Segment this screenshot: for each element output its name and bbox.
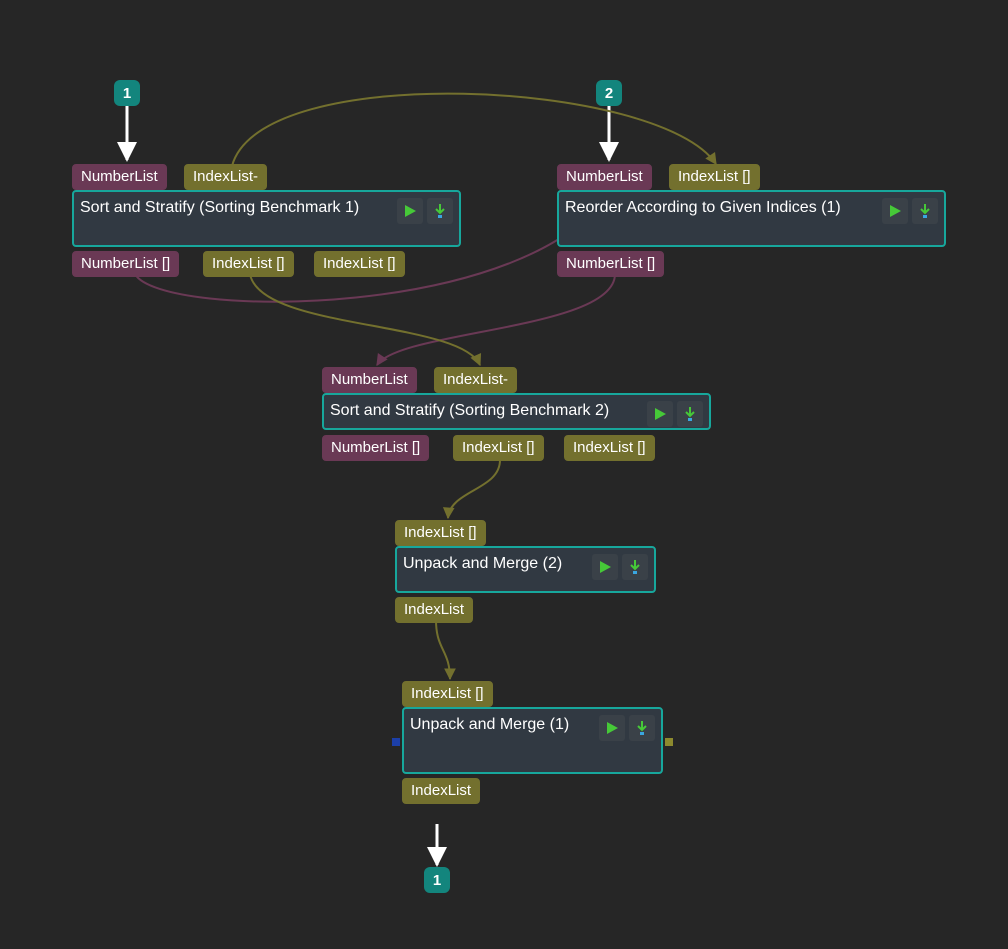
node1-out-numberlist[interactable]: NumberList [] [72,251,179,277]
run-button[interactable] [592,554,618,580]
run-button[interactable] [647,401,673,427]
node-unpack-merge-2[interactable]: Unpack and Merge (2) [395,546,656,593]
badge-label: 1 [123,85,131,102]
play-icon [888,204,902,218]
node1-in-numberlist[interactable]: NumberList [72,164,167,190]
node-title: Sort and Stratify (Sorting Benchmark 1) [80,196,359,220]
download-button[interactable] [427,198,453,224]
node-title: Reorder According to Given Indices (1) [565,196,841,220]
node2-in-numberlist[interactable]: NumberList [557,164,652,190]
node-title: Unpack and Merge (1) [410,713,569,737]
node-title: Unpack and Merge (2) [403,552,562,576]
node-reorder[interactable]: Reorder According to Given Indices (1) [557,190,946,247]
play-icon [653,407,667,421]
node5-out-indexlist[interactable]: IndexList [402,778,480,804]
node1-out-indexlist1[interactable]: IndexList [] [203,251,294,277]
node5-port-right[interactable] [665,738,673,746]
node2-in-indexlist[interactable]: IndexList [] [669,164,760,190]
node5-in-indexlist[interactable]: IndexList [] [402,681,493,707]
download-icon [683,406,697,422]
node3-out-numberlist[interactable]: NumberList [] [322,435,429,461]
play-icon [598,560,612,574]
graph-output-1[interactable]: 1 [424,867,450,893]
node-sort-stratify-1[interactable]: Sort and Stratify (Sorting Benchmark 1) [72,190,461,247]
download-button[interactable] [629,715,655,741]
node1-out-indexlist2[interactable]: IndexList [] [314,251,405,277]
download-icon [628,559,642,575]
node5-port-left[interactable] [392,738,400,746]
badge-label: 1 [433,872,441,889]
node4-out-indexlist[interactable]: IndexList [395,597,473,623]
node-unpack-merge-1[interactable]: Unpack and Merge (1) [402,707,663,774]
download-icon [433,203,447,219]
node-title: Sort and Stratify (Sorting Benchmark 2) [330,399,609,423]
node3-out-indexlist2[interactable]: IndexList [] [564,435,655,461]
run-button[interactable] [599,715,625,741]
node1-in-indexlist[interactable]: IndexList- [184,164,267,190]
node3-out-indexlist1[interactable]: IndexList [] [453,435,544,461]
download-button[interactable] [677,401,703,427]
node-sort-stratify-2[interactable]: Sort and Stratify (Sorting Benchmark 2) [322,393,711,430]
download-icon [635,720,649,736]
run-button[interactable] [882,198,908,224]
play-icon [403,204,417,218]
node3-in-numberlist[interactable]: NumberList [322,367,417,393]
node4-in-indexlist[interactable]: IndexList [] [395,520,486,546]
run-button[interactable] [397,198,423,224]
badge-label: 2 [605,85,613,102]
download-button[interactable] [622,554,648,580]
download-icon [918,203,932,219]
play-icon [605,721,619,735]
graph-input-2[interactable]: 2 [596,80,622,106]
node2-out-numberlist[interactable]: NumberList [] [557,251,664,277]
download-button[interactable] [912,198,938,224]
node3-in-indexlist[interactable]: IndexList- [434,367,517,393]
graph-input-1[interactable]: 1 [114,80,140,106]
